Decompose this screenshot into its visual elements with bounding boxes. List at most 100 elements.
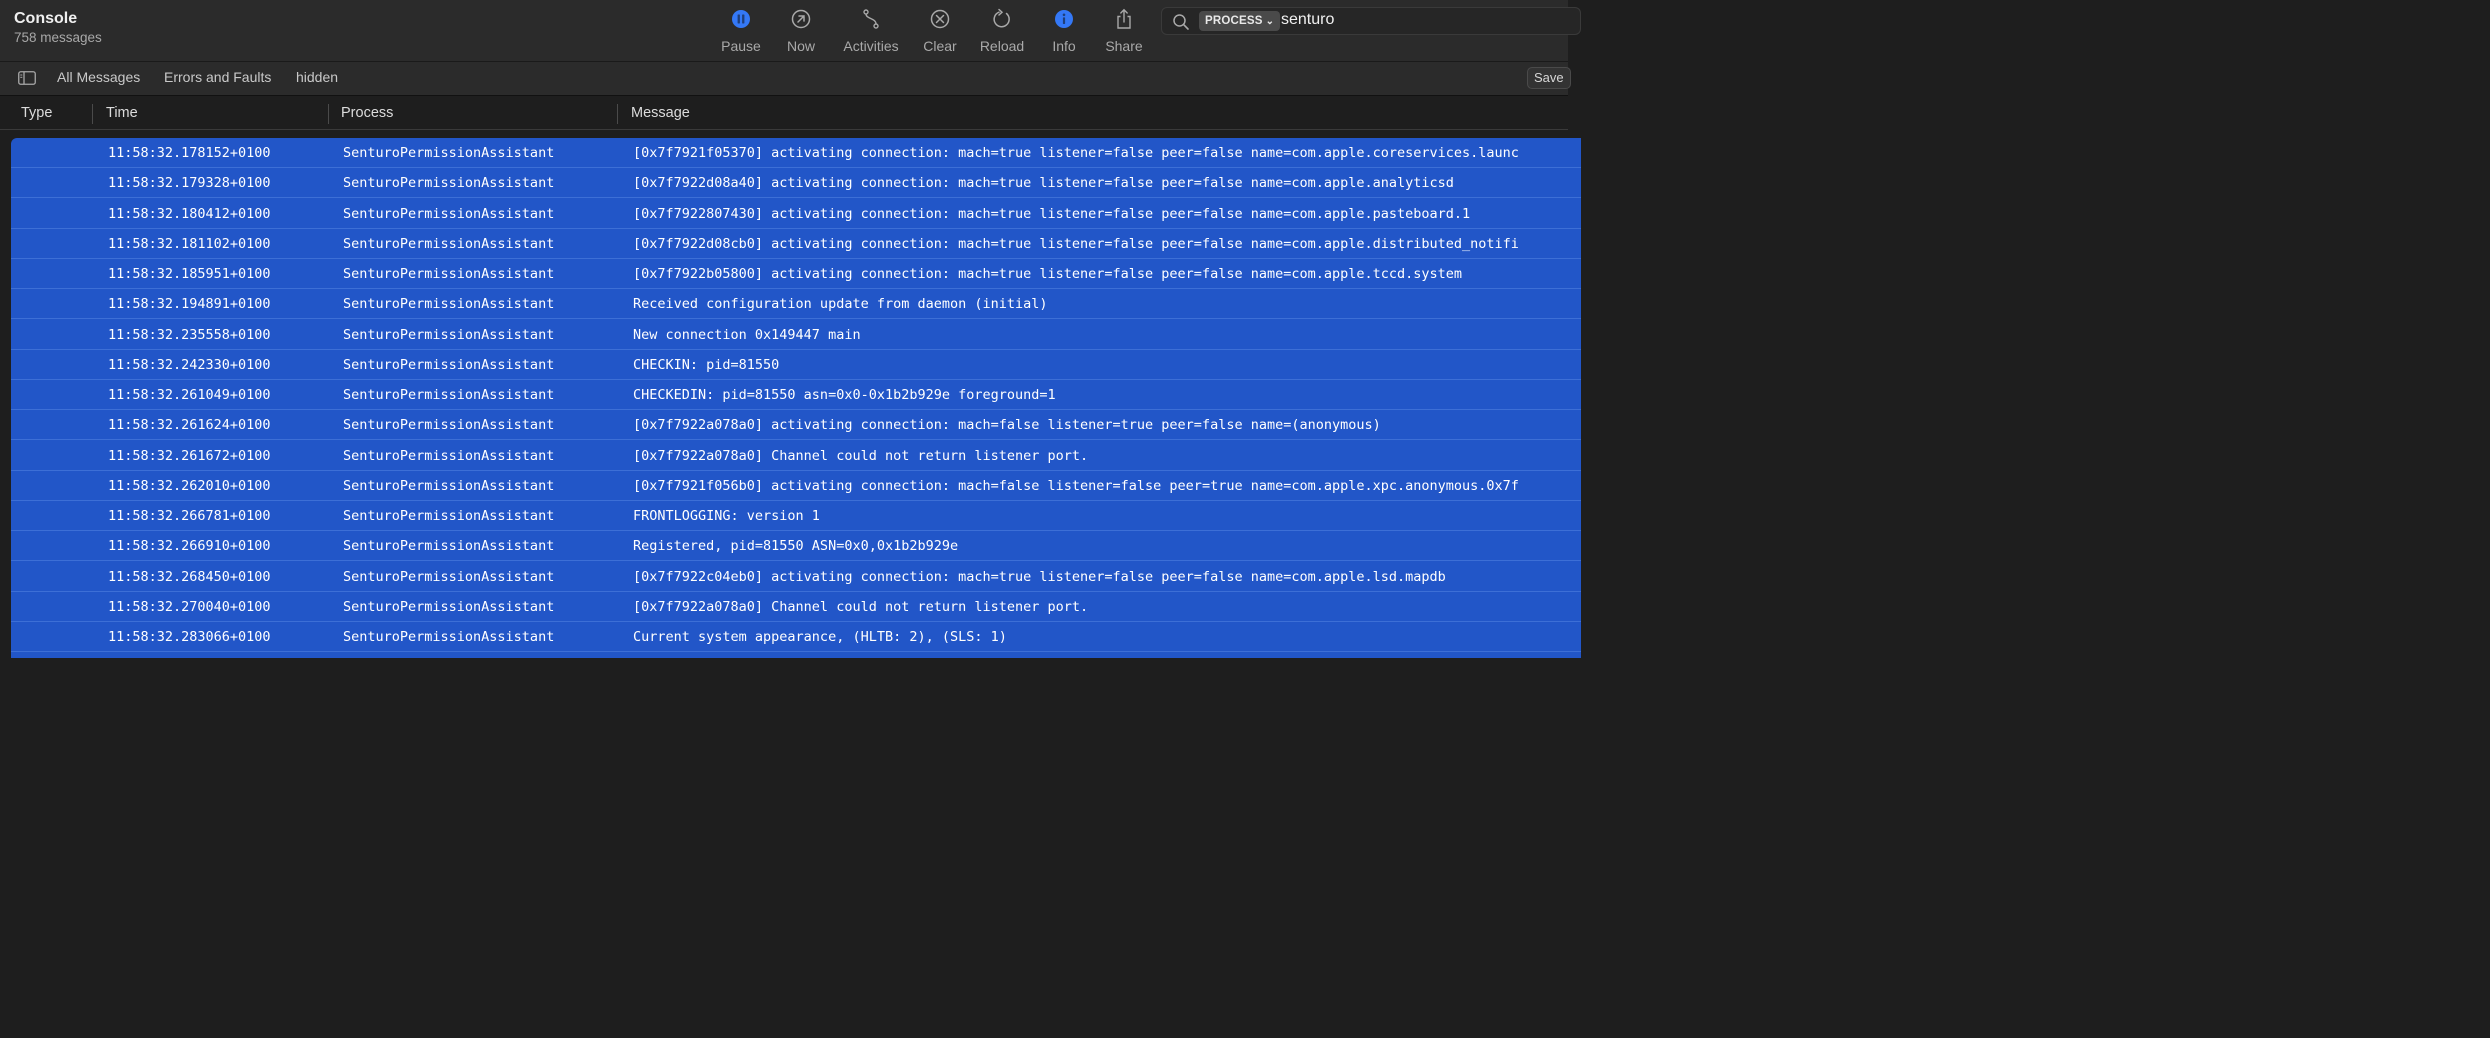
log-message: [0x7f7922a078a0] Channel could not retur…: [633, 598, 1089, 615]
jump-to-now-icon: [791, 9, 811, 29]
filter-hidden[interactable]: hidden: [296, 69, 338, 85]
log-process: SenturoPermissionAssistant: [343, 598, 555, 615]
log-message: [0x7f7922a078a0] activating connection: …: [633, 417, 1381, 434]
search-input[interactable]: senturo: [1281, 11, 1334, 29]
log-row[interactable]: 11:58:32.179328+0100 SenturoPermissionAss…: [11, 168, 1581, 199]
log-process: SenturoPermissionAssistant: [343, 326, 555, 343]
log-process: SenturoPermissionAssistant: [343, 417, 555, 434]
log-process: SenturoPermissionAssistant: [343, 447, 555, 464]
log-row[interactable]: 11:58:32.178152+0100 SenturoPermissionAss…: [11, 138, 1581, 168]
log-process: SenturoPermissionAssistant: [343, 266, 555, 282]
log-message: [0x7f7922d08a40] activating connection: …: [633, 175, 1454, 192]
column-headers: Type Time Process Message: [0, 97, 1568, 130]
log-time: 11:58:32.179328+0100: [108, 175, 271, 192]
log-time: 11:58:32.262010+0100: [108, 477, 271, 494]
app-title: Console: [14, 10, 78, 27]
log-message: [0x7f7921f056b0] activating connection: …: [633, 477, 1519, 494]
log-row[interactable]: 11:58:32.194891+0100 SenturoPermissionAss…: [11, 289, 1581, 320]
reload-button[interactable]: Reload: [967, 8, 1037, 58]
search-icon: [1173, 14, 1189, 30]
log-row[interactable]: 11:58:32.180412+0100 SenturoPermissionAss…: [11, 199, 1581, 229]
log-process: SenturoPermissionAssistant: [343, 538, 555, 555]
chevron-down-icon: ⌄: [1265, 16, 1275, 27]
filter-all-messages[interactable]: All Messages: [57, 69, 140, 85]
log-time: 11:58:32.242330+0100: [108, 356, 271, 373]
log-row[interactable]: 11:58:32.185951+0100 SenturoPermissionAss…: [11, 259, 1581, 289]
clear-label: Clear: [923, 38, 957, 54]
log-time: 11:58:32.266781+0100: [108, 508, 271, 524]
log-process: SenturoPermissionAssistant: [343, 629, 555, 645]
log-message: [0x7f7922b05800] activating connection: …: [633, 266, 1463, 282]
log-message: Received configuration update from daemo…: [633, 296, 1048, 313]
save-button[interactable]: Save: [1527, 67, 1571, 89]
log-row[interactable]: 11:58:32.270040+0100 SenturoPermissionAss…: [11, 592, 1581, 622]
log-message: [0x7f7921f05370] activating connection: …: [633, 145, 1519, 161]
column-divider[interactable]: [328, 104, 329, 124]
log-process: SenturoPermissionAssistant: [343, 356, 555, 373]
log-process: SenturoPermissionAssistant: [343, 235, 555, 252]
log-row[interactable]: 11:58:32.261624+0100 SenturoPermissionAss…: [11, 410, 1581, 441]
share-label: Share: [1105, 38, 1143, 54]
search-token-process[interactable]: PROCESS ⌄: [1199, 11, 1281, 31]
clear-icon: [930, 9, 950, 29]
log-time: 11:58:32.270040+0100: [108, 598, 271, 615]
log-row[interactable]: 11:58:32.242330+0100 SenturoPermissionAss…: [11, 350, 1581, 380]
log-time: 11:58:32.261049+0100: [108, 387, 271, 403]
share-icon: [1117, 8, 1131, 29]
log-row[interactable]: 11:58:32.235558+0100 SenturoPermissionAss…: [11, 320, 1581, 350]
log-row[interactable]: 11:58:32.181102+0100 SenturoPermissionAss…: [11, 229, 1581, 259]
column-header-type[interactable]: Type: [21, 105, 52, 121]
log-row[interactable]: 11:58:32.262010+0100 SenturoPermissionAss…: [11, 471, 1581, 501]
activities-label: Activities: [843, 38, 899, 54]
column-header-message[interactable]: Message: [631, 105, 690, 121]
toolbar: Console 758 messages Pause Now Activitie…: [0, 0, 1581, 62]
log-time: 11:58:32.266910+0100: [108, 538, 271, 555]
log-time: 11:58:32.261624+0100: [108, 417, 271, 434]
log-process: SenturoPermissionAssistant: [343, 205, 555, 222]
filter-errors-and-faults[interactable]: Errors and Faults: [164, 69, 271, 85]
log-message: [0x7f7922807430] activating connection: …: [633, 205, 1471, 222]
log-time: 11:58:32.268450+0100: [108, 568, 271, 585]
log-message: [0x7f7922c04eb0] activating connection: …: [633, 568, 1446, 585]
log-row[interactable]: 11:58:32.266781+0100 SenturoPermissionAss…: [11, 501, 1581, 531]
log-table: 11:58:32.178152+0100 SenturoPermissionAss…: [11, 138, 1581, 658]
log-time: 11:58:32.261672+0100: [108, 447, 271, 464]
log-row[interactable]: 11:58:32.268450+0100 SenturoPermissionAss…: [11, 562, 1581, 592]
column-header-time[interactable]: Time: [106, 105, 138, 121]
log-row[interactable]: 11:58:32.266910+0100 SenturoPermissionAss…: [11, 531, 1581, 562]
log-time: 11:58:32.178152+0100: [108, 145, 271, 161]
log-row[interactable]: 11:58:32.261049+0100 SenturoPermissionAss…: [11, 380, 1581, 410]
search-field[interactable]: PROCESS ⌄ senturo: [1161, 7, 1581, 35]
log-process: SenturoPermissionAssistant: [343, 296, 555, 313]
info-icon: [1055, 10, 1073, 28]
log-time: 11:58:32.185951+0100: [108, 266, 271, 282]
pause-icon: [732, 10, 750, 28]
message-count: 758 messages: [14, 30, 102, 45]
sidebar-toggle-icon[interactable]: [18, 71, 36, 85]
log-message: CHECKEDIN: pid=81550 asn=0x0-0x1b2b929e …: [633, 387, 1056, 403]
column-divider[interactable]: [617, 104, 618, 124]
log-row[interactable]: 11:58:32.261672+0100 SenturoPermissionAss…: [11, 441, 1581, 471]
column-header-process[interactable]: Process: [341, 105, 393, 121]
log-row[interactable]: 11:58:32.283066+0100 SenturoPermissionAss…: [11, 622, 1581, 652]
now-button[interactable]: Now: [766, 8, 836, 58]
log-time: 11:58:32.283066+0100: [108, 629, 271, 645]
filter-bar: All Messages Errors and Faults hidden Sa…: [0, 62, 1571, 96]
log-time: 11:58:32.180412+0100: [108, 205, 271, 222]
reload-label: Reload: [979, 38, 1025, 54]
column-divider[interactable]: [92, 104, 93, 124]
reload-icon: [993, 8, 1010, 28]
log-process: SenturoPermissionAssistant: [343, 568, 555, 585]
log-message: [0x7f7922a078a0] Channel could not retur…: [633, 447, 1089, 464]
activities-icon: [863, 9, 879, 29]
log-time: 11:58:32.194891+0100: [108, 296, 271, 313]
log-time: 11:58:32.181102+0100: [108, 235, 271, 252]
log-process: SenturoPermissionAssistant: [343, 477, 555, 494]
share-button[interactable]: Share: [1089, 8, 1159, 58]
log-process: SenturoPermissionAssistant: [343, 175, 555, 192]
log-message: FRONTLOGGING: version 1: [633, 508, 820, 524]
log-time: 11:58:32.235558+0100: [108, 326, 271, 343]
activities-button[interactable]: Activities: [836, 8, 906, 58]
log-message: Current system appearance, (HLTB: 2), (S…: [633, 629, 1007, 645]
clear-button[interactable]: Clear: [905, 8, 975, 58]
